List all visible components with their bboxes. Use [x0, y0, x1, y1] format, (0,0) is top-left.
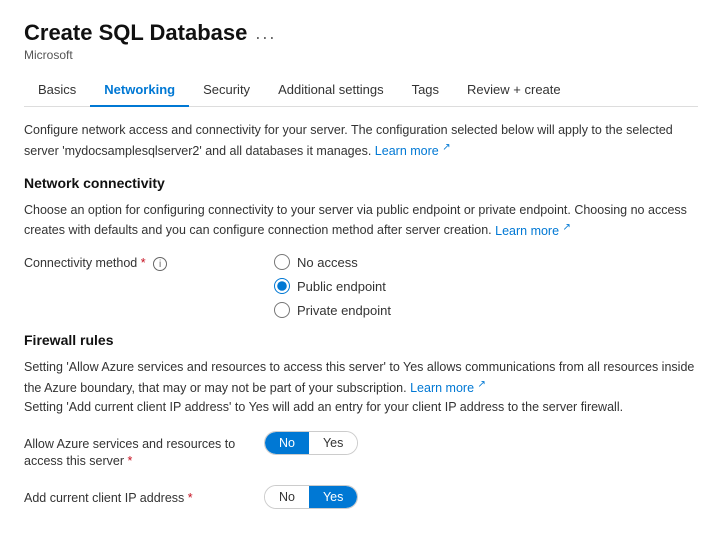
firewall-section-title: Firewall rules	[24, 332, 698, 348]
radio-public-endpoint[interactable]: Public endpoint	[274, 278, 391, 294]
tab-additional-settings[interactable]: Additional settings	[264, 74, 398, 107]
allow-azure-yes[interactable]: Yes	[309, 432, 357, 454]
radio-no-access-label: No access	[297, 255, 358, 270]
allow-azure-required: *	[128, 454, 133, 468]
intro-content: Configure network access and connectivit…	[24, 123, 673, 158]
tab-basics[interactable]: Basics	[24, 74, 90, 107]
add-ip-row: Add current client IP address * No Yes	[24, 485, 698, 509]
add-ip-no[interactable]: No	[265, 486, 309, 508]
tabs-nav: Basics Networking Security Additional se…	[24, 74, 698, 107]
add-ip-toggle[interactable]: No Yes	[264, 485, 358, 509]
radio-no-access-input[interactable]	[274, 254, 290, 270]
firewall-info-1: Setting 'Allow Azure services and resour…	[24, 358, 698, 416]
radio-private-endpoint-input[interactable]	[274, 302, 290, 318]
radio-public-endpoint-input[interactable]	[274, 278, 290, 294]
more-options-button[interactable]: ...	[255, 23, 276, 44]
allow-azure-toggle-control[interactable]: No Yes	[264, 431, 358, 455]
subtitle: Microsoft	[24, 48, 698, 62]
required-indicator: *	[141, 256, 146, 270]
page-title: Create SQL Database	[24, 20, 247, 46]
external-link-icon: ↗	[442, 142, 450, 153]
intro-learn-more-link[interactable]: Learn more ↗	[375, 144, 451, 158]
firewall-learn-more-link[interactable]: Learn more ↗	[410, 381, 486, 395]
connectivity-desc: Choose an option for configuring connect…	[24, 201, 698, 241]
add-ip-required: *	[188, 491, 193, 505]
add-ip-yes[interactable]: Yes	[309, 486, 357, 508]
tab-review-create[interactable]: Review + create	[453, 74, 575, 107]
tab-networking[interactable]: Networking	[90, 74, 189, 107]
connectivity-radio-group: No access Public endpoint Private endpoi…	[274, 254, 391, 318]
connectivity-section-title: Network connectivity	[24, 175, 698, 191]
radio-no-access[interactable]: No access	[274, 254, 391, 270]
external-link-icon-2: ↗	[563, 221, 571, 232]
tab-security[interactable]: Security	[189, 74, 264, 107]
info-icon[interactable]: i	[153, 257, 167, 271]
radio-private-endpoint-label: Private endpoint	[297, 303, 391, 318]
title-text: Create SQL Database	[24, 20, 247, 46]
allow-azure-row: Allow Azure services and resources toacc…	[24, 431, 698, 471]
allow-azure-label: Allow Azure services and resources toacc…	[24, 431, 264, 471]
intro-text: Configure network access and connectivit…	[24, 121, 698, 161]
add-ip-label: Add current client IP address *	[24, 485, 264, 508]
allow-azure-toggle[interactable]: No Yes	[264, 431, 358, 455]
add-ip-toggle-control[interactable]: No Yes	[264, 485, 358, 509]
radio-private-endpoint[interactable]: Private endpoint	[274, 302, 391, 318]
allow-azure-no[interactable]: No	[265, 432, 309, 454]
external-link-icon-3: ↗	[478, 379, 486, 390]
radio-public-endpoint-label: Public endpoint	[297, 279, 386, 294]
connectivity-method-label: Connectivity method * i	[24, 254, 264, 271]
connectivity-learn-more-link[interactable]: Learn more ↗	[495, 224, 571, 238]
tab-tags[interactable]: Tags	[398, 74, 453, 107]
